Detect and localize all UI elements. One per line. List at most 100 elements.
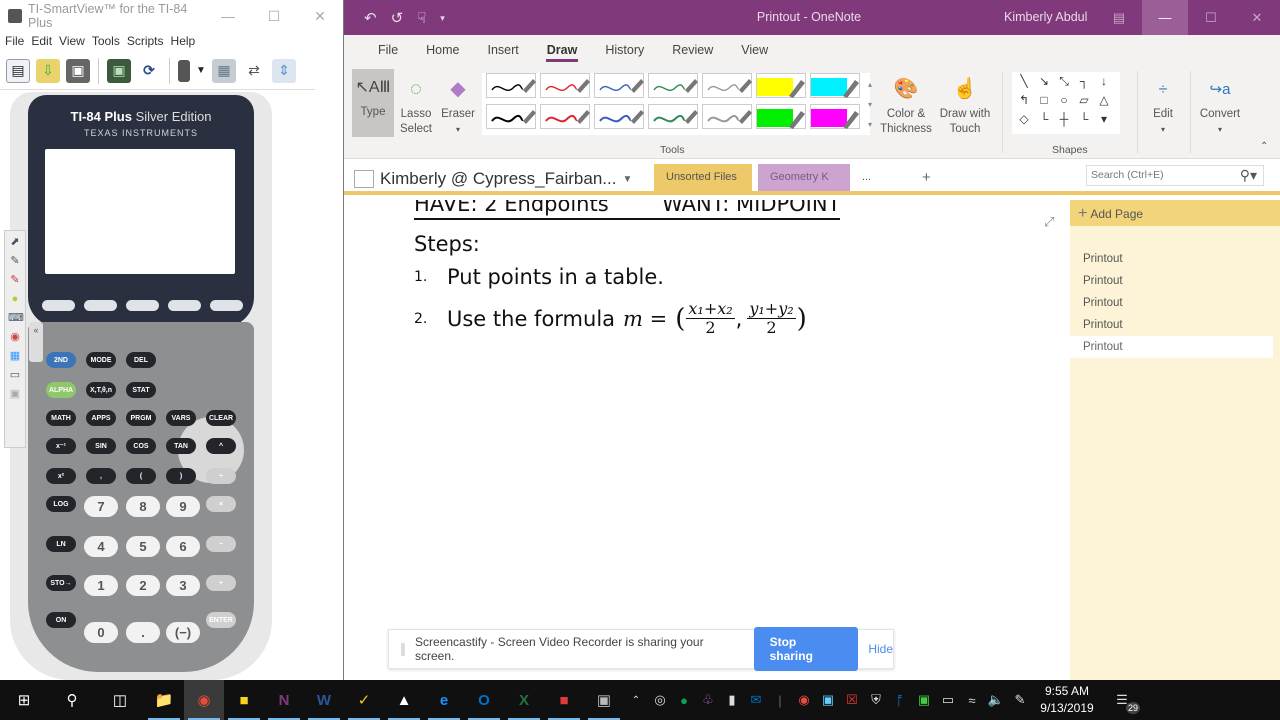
capture-icon[interactable]: ▦ <box>212 58 236 83</box>
highlighter-swatch[interactable] <box>756 104 806 129</box>
search-icon[interactable]: ⚲▾ <box>1240 167 1257 184</box>
edge-icon[interactable]: e <box>424 680 464 720</box>
microphone-icon[interactable]: | <box>768 680 792 720</box>
user-name[interactable]: Kimberly Abdul <box>1004 10 1087 24</box>
menu-edit[interactable]: Edit <box>31 34 52 48</box>
wifi-icon[interactable]: ≈ <box>960 680 984 720</box>
pen-icon[interactable]: ✎ <box>1008 680 1032 720</box>
shape-option[interactable]: ↘ <box>1034 74 1054 93</box>
shape-option[interactable]: □ <box>1034 93 1054 112</box>
calc-key[interactable]: . <box>126 622 160 643</box>
new-file-icon[interactable]: ▤ <box>6 58 30 83</box>
minimize-button[interactable]: — <box>1142 0 1188 35</box>
open-folder-icon[interactable]: ⇩ <box>36 58 60 83</box>
calc-key[interactable]: 4 <box>84 536 118 557</box>
bluetooth-icon[interactable]: ᚩ <box>888 680 912 720</box>
shape-option[interactable]: ◇ <box>1014 112 1034 131</box>
close-button[interactable]: ✕ <box>1234 0 1280 35</box>
calc-key[interactable]: + <box>206 575 236 591</box>
menu-scripts[interactable]: Scripts <box>127 34 164 48</box>
outlook-tray-icon[interactable]: ✉ <box>744 680 768 720</box>
calc-key[interactable]: VARS <box>166 410 196 426</box>
search-input[interactable]: Search (Ctrl+E) ⚲▾ <box>1086 165 1264 186</box>
calc-key[interactable]: − <box>206 536 236 552</box>
calc-key[interactable]: ) <box>166 468 196 484</box>
pointer-icon[interactable]: ⬈ <box>8 235 22 249</box>
calculator-screen[interactable] <box>45 149 235 274</box>
outlook-icon[interactable]: O <box>464 680 504 720</box>
calc-key[interactable]: , <box>86 468 116 484</box>
adobe-icon[interactable]: ■ <box>544 680 584 720</box>
calc-key[interactable]: ENTER <box>206 612 236 628</box>
sticky-notes-icon[interactable]: ■ <box>224 680 264 720</box>
search-icon[interactable]: ⚲ <box>48 680 96 720</box>
calc-key[interactable]: ( <box>126 468 156 484</box>
calc-key[interactable]: x² <box>46 468 76 484</box>
highlighter-swatch[interactable] <box>810 104 860 129</box>
page-item[interactable]: Printout <box>1070 270 1280 292</box>
calc-key[interactable]: ÷ <box>206 468 236 484</box>
calc-key[interactable]: LOG <box>46 496 76 512</box>
notebook-selector[interactable]: Kimberly @ Cypress_Fairban... ▼ <box>354 169 632 189</box>
marker-icon[interactable]: ◉ <box>8 330 22 344</box>
trace-key[interactable] <box>168 300 201 311</box>
calc-key[interactable]: ^ <box>206 438 236 454</box>
drag-handle[interactable] <box>401 642 405 656</box>
calc-key[interactable]: 6 <box>166 536 200 557</box>
snip-tray-icon[interactable]: ▣ <box>816 680 840 720</box>
app-icon[interactable]: ▲ <box>384 680 424 720</box>
page-item[interactable]: Printout <box>1070 292 1280 314</box>
add-section-button[interactable]: + <box>910 164 940 191</box>
shape-option[interactable]: ╲ <box>1014 74 1034 93</box>
calc-key[interactable]: DEL <box>126 352 156 368</box>
calc-key[interactable]: TAN <box>166 438 196 454</box>
onenote-icon[interactable]: N <box>264 680 304 720</box>
todo-icon[interactable]: ✓ <box>344 680 384 720</box>
refresh-icon[interactable]: ⟳ <box>137 59 161 83</box>
pen-swatch[interactable] <box>486 73 536 98</box>
calc-key[interactable]: COS <box>126 438 156 454</box>
collapse-ribbon-button[interactable]: ⌃ <box>1260 139 1268 154</box>
convert-button[interactable]: ↪a Convert ▾ <box>1196 71 1244 137</box>
calc-key[interactable]: 1 <box>84 575 118 596</box>
calc-key[interactable]: STO→ <box>46 575 76 591</box>
calc-key[interactable]: 2 <box>126 575 160 596</box>
pen-swatch[interactable] <box>594 104 644 129</box>
calc-key[interactable]: ALPHA <box>46 382 76 398</box>
action-center-icon[interactable]: ☰ 29 <box>1102 680 1142 720</box>
shape-option[interactable]: ○ <box>1054 93 1074 112</box>
menu-view[interactable]: View <box>59 34 85 48</box>
calc-key[interactable]: SIN <box>86 438 116 454</box>
pen-swatch[interactable] <box>648 73 698 98</box>
calc-key[interactable]: (−) <box>166 622 200 643</box>
highlighter-swatch[interactable] <box>810 73 860 98</box>
app-update-icon[interactable]: ▣ <box>912 680 936 720</box>
tab-history[interactable]: History <box>591 35 658 65</box>
tab-review[interactable]: Review <box>658 35 727 65</box>
edit-button[interactable]: ÷ Edit ▾ <box>1144 71 1182 137</box>
pen-swatch[interactable] <box>594 73 644 98</box>
page-item[interactable]: Printout <box>1070 314 1280 336</box>
word-icon[interactable]: W <box>304 680 344 720</box>
excel-icon[interactable]: X <box>504 680 544 720</box>
calc-key[interactable]: × <box>206 496 236 512</box>
y-equals-key[interactable] <box>42 300 75 311</box>
shape-option[interactable]: └ <box>1034 112 1054 131</box>
shape-option[interactable]: ↓ <box>1094 74 1114 93</box>
pen-swatch[interactable] <box>702 104 752 129</box>
draw-with-touch-button[interactable]: ☝ Draw with Touch <box>936 71 994 137</box>
calc-key[interactable]: LN <box>46 536 76 552</box>
shape-option[interactable]: ▾ <box>1094 112 1114 131</box>
shape-option[interactable]: ▱ <box>1074 93 1094 112</box>
calc-key[interactable]: 3 <box>166 575 200 596</box>
pen-swatch[interactable] <box>540 73 590 98</box>
volume-icon[interactable]: 🔈 <box>984 680 1008 720</box>
calc-key[interactable]: x⁻¹ <box>46 438 76 454</box>
calc-key[interactable]: PRGM <box>126 410 156 426</box>
calc-key[interactable]: ON <box>46 612 76 628</box>
keyboard-icon[interactable]: ⌨ <box>8 311 24 325</box>
tray-app-icon[interactable]: ◎ <box>648 680 672 720</box>
minimize-button[interactable]: — <box>205 8 251 24</box>
file-explorer-icon[interactable]: 📁 <box>144 680 184 720</box>
battery-icon[interactable]: ▭ <box>936 680 960 720</box>
